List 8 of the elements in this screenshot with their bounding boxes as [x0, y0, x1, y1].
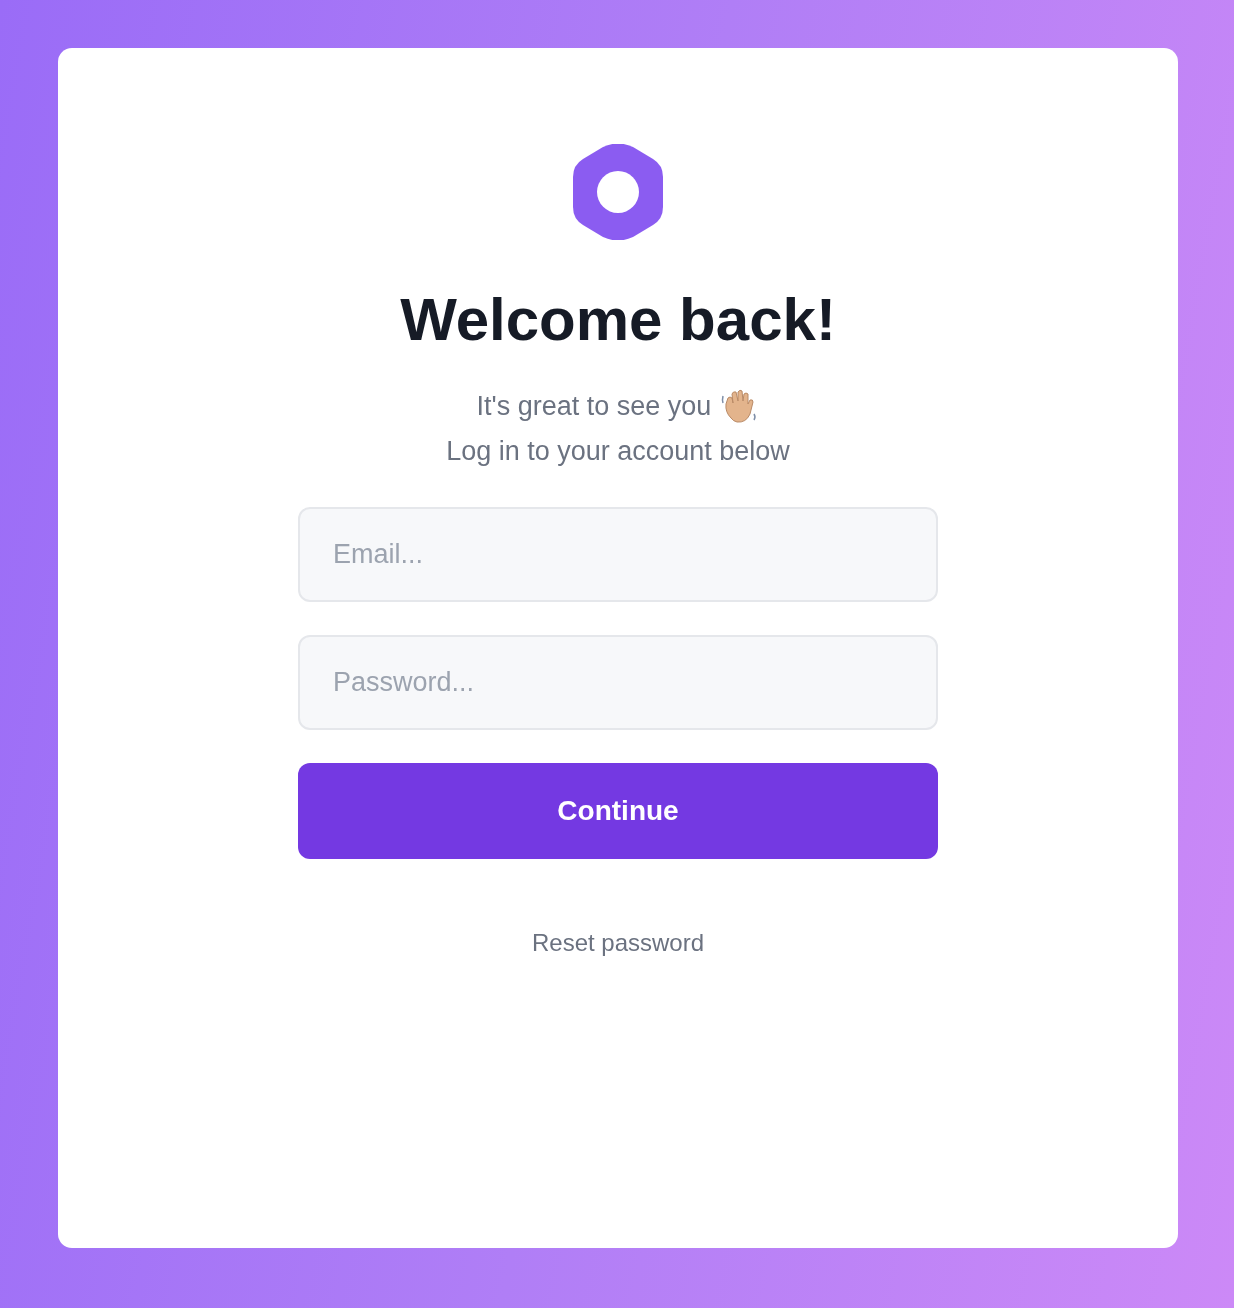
welcome-title: Welcome back! — [400, 285, 836, 355]
continue-button[interactable]: Continue — [298, 763, 938, 859]
greeting-text: It's great to see you — [476, 390, 712, 422]
email-field[interactable]: Email... — [298, 507, 938, 602]
logo-icon — [573, 144, 663, 240]
instruction-text: Log in to your account below — [446, 436, 790, 467]
reset-password-link[interactable]: Reset password — [531, 929, 705, 957]
password-field[interactable]: Password... — [298, 635, 938, 730]
